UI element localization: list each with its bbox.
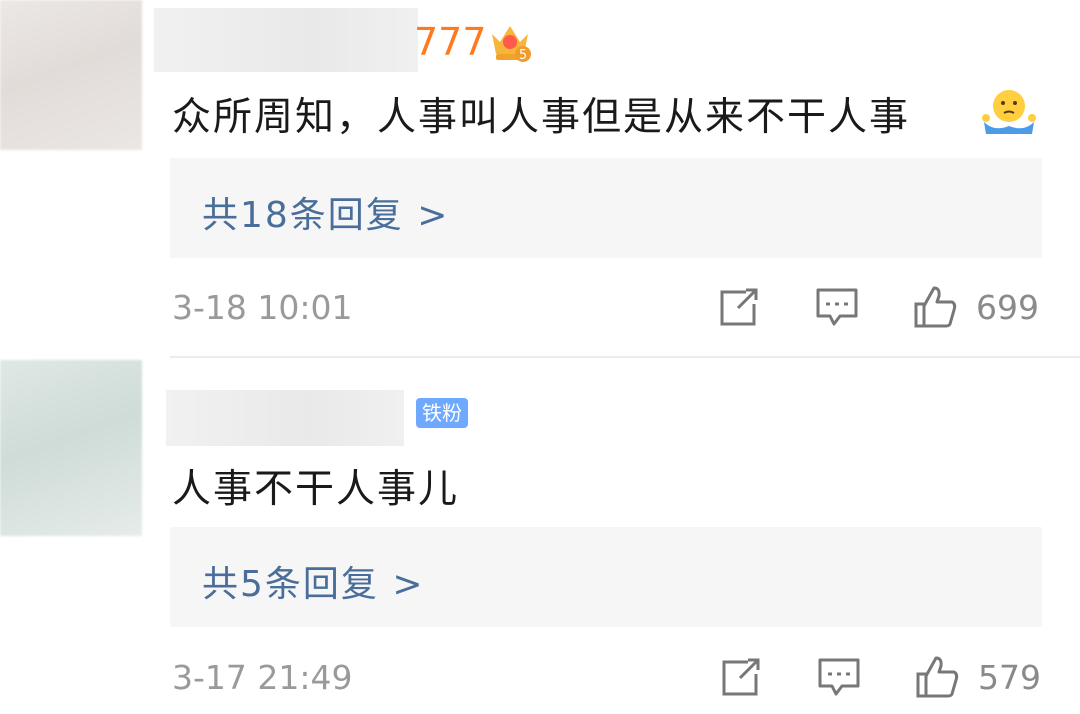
view-replies-link[interactable]: 共5条回复 > <box>202 555 425 607</box>
shrug-emoji-icon <box>982 90 1036 134</box>
replies-box[interactable]: 共5条回复 > <box>170 527 1042 627</box>
like-icon[interactable] <box>912 284 958 330</box>
fan-badge: 铁粉 <box>416 398 468 428</box>
share-icon[interactable] <box>716 284 762 330</box>
username-blurred[interactable] <box>166 390 404 446</box>
comment-icon[interactable] <box>814 284 860 330</box>
divider <box>170 356 1080 358</box>
like-icon[interactable] <box>914 654 960 700</box>
svg-text:5: 5 <box>519 48 527 63</box>
comment-icon[interactable] <box>816 654 862 700</box>
comment-text: 众所周知，人事叫人事但是从来不干人事 <box>172 95 911 140</box>
crown-level-5-icon: 5 <box>492 26 531 63</box>
username[interactable]: 777 <box>414 20 487 64</box>
avatar[interactable] <box>0 0 142 150</box>
like-count: 699 <box>976 288 1039 327</box>
like-count: 579 <box>978 658 1041 697</box>
timestamp: 3-18 10:01 <box>172 288 353 327</box>
share-icon[interactable] <box>718 654 764 700</box>
avatar[interactable] <box>0 360 142 536</box>
replies-box[interactable]: 共18条回复 > <box>170 158 1042 258</box>
username-blurred[interactable] <box>154 8 418 72</box>
timestamp: 3-17 21:49 <box>172 658 353 697</box>
view-replies-link[interactable]: 共18条回复 > <box>202 186 449 238</box>
comment-meta: 3-18 10:01 699 <box>170 284 1042 334</box>
comment-meta: 3-17 21:49 579 <box>170 654 1042 704</box>
comment-text: 人事不干人事儿 <box>172 467 460 512</box>
